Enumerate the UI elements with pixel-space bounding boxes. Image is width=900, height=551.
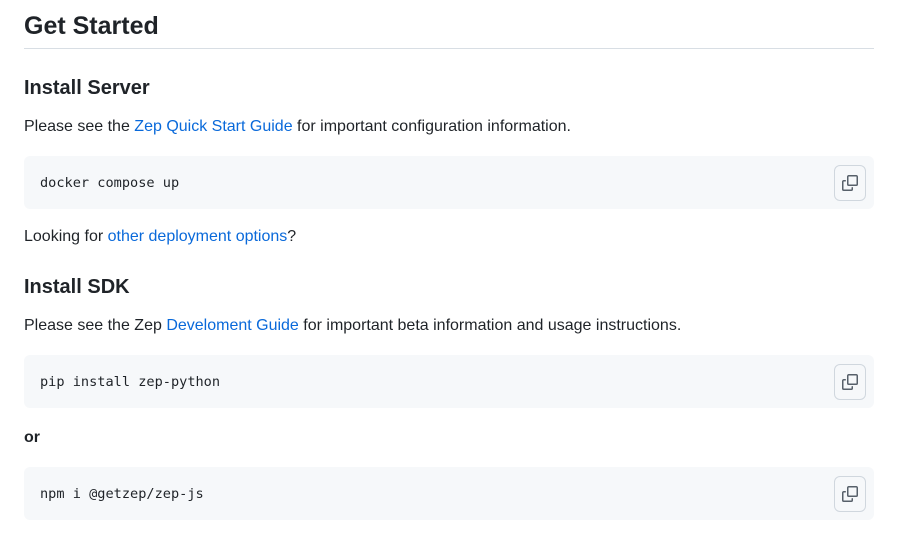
- deployment-text-prefix: Looking for: [24, 228, 108, 245]
- code-block-python: pip install zep-python: [24, 355, 874, 408]
- code-block-docker: docker compose up: [24, 156, 874, 209]
- install-sdk-text-prefix: Please see the Zep: [24, 317, 167, 334]
- other-deployment-options-link[interactable]: other deployment options: [108, 228, 288, 245]
- copy-button[interactable]: [834, 164, 866, 201]
- copy-icon: [842, 373, 858, 390]
- code-docker-compose: docker compose up: [40, 174, 180, 191]
- copy-icon: [842, 174, 858, 191]
- code-pip-install: pip install zep-python: [40, 373, 221, 390]
- copy-button[interactable]: [834, 363, 866, 400]
- install-server-text-prefix: Please see the: [24, 118, 135, 135]
- deployment-paragraph: Looking for other deployment options?: [24, 225, 874, 249]
- install-server-text-suffix: for important configuration information.: [292, 118, 571, 135]
- copy-icon: [842, 485, 858, 502]
- development-guide-link[interactable]: Develoment Guide: [166, 317, 299, 334]
- install-sdk-heading: Install SDK: [24, 276, 130, 298]
- readme-section: Get Started Install Server Please see th…: [0, 0, 900, 551]
- install-server-paragraph: Please see the Zep Quick Start Guide for…: [24, 115, 874, 139]
- copy-button[interactable]: [834, 475, 866, 512]
- deployment-text-suffix: ?: [287, 228, 297, 245]
- or-text: or: [24, 429, 40, 446]
- install-sdk-paragraph: Please see the Zep Develoment Guide for …: [24, 314, 874, 338]
- install-sdk-text-suffix: for important beta information and usage…: [298, 317, 682, 334]
- code-npm-install: npm i @getzep/zep-js: [40, 485, 204, 502]
- zep-quick-start-guide-link[interactable]: Zep Quick Start Guide: [134, 118, 292, 135]
- page-title: Get Started: [24, 0, 874, 49]
- install-server-heading: Install Server: [24, 77, 150, 99]
- code-block-js: npm i @getzep/zep-js: [24, 467, 874, 520]
